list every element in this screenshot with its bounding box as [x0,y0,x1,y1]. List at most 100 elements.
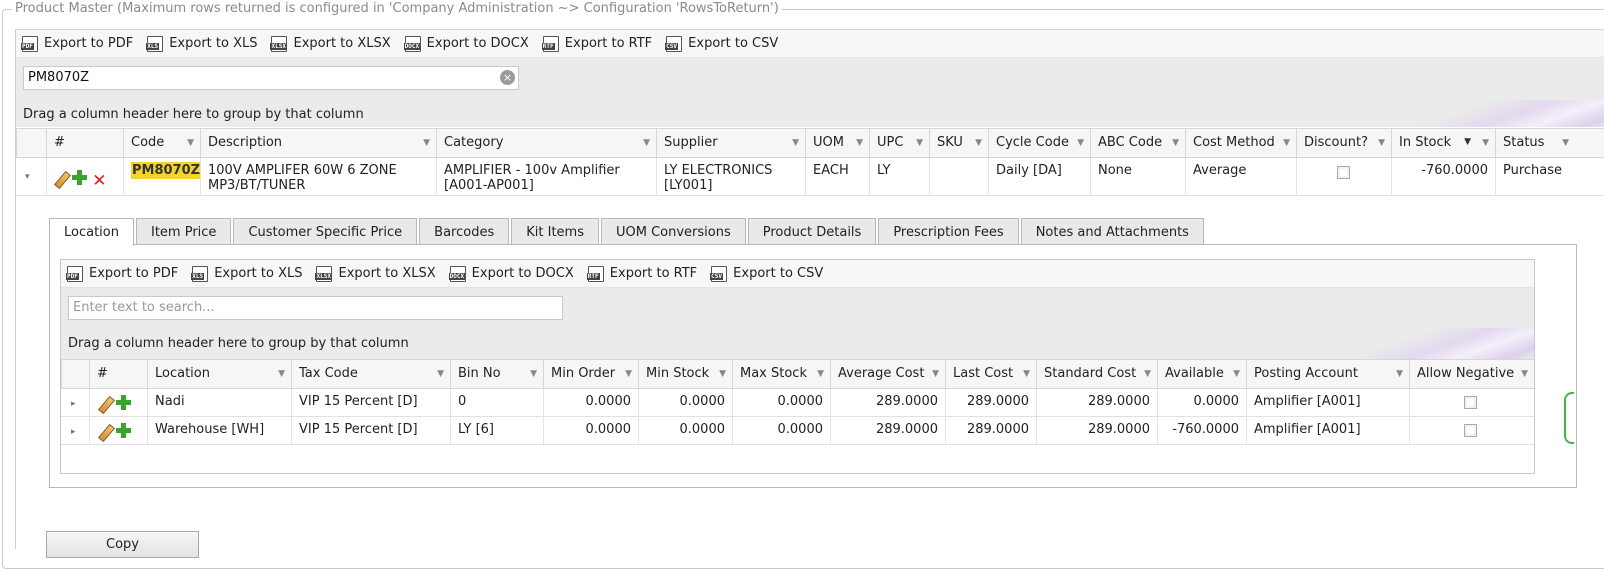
header-uom[interactable]: UOM ▼ [805,129,869,158]
header-allow-negative[interactable]: Allow Negative ▼ [1409,360,1534,389]
location-search-input[interactable]: Enter text to search... [68,296,563,320]
tab-prescription-fees[interactable]: Prescription Fees [878,218,1019,245]
export-xlsx-button[interactable]: XLSX Export to XLSX [270,35,391,52]
tab-customer-specific-price[interactable]: Customer Specific Price [233,218,418,245]
group-by-panel[interactable]: Drag a column header here to group by th… [16,100,1604,127]
expand-row-icon[interactable]: ▸ [71,397,76,412]
export-xls-button[interactable]: XLS Export to XLS [146,35,257,52]
filter-icon[interactable]: ▼ [1172,138,1179,148]
location-group-by-panel[interactable]: Drag a column header here to group by th… [61,328,1534,359]
header-min-stock[interactable]: Min Stock ▼ [638,360,732,389]
location-export-csv-button[interactable]: CSV Export to CSV [710,265,823,282]
expand-row-icon[interactable]: ▸ [71,425,76,440]
location-cell: Warehouse [WH] [147,417,291,445]
header-sku[interactable]: SKU ▼ [929,129,988,158]
header-max-stock[interactable]: Max Stock ▼ [732,360,830,389]
location-export-rtf-button[interactable]: RTF Export to RTF [586,265,697,282]
tab-notes-and-attachments[interactable]: Notes and Attachments [1020,218,1204,245]
header-posting-account[interactable]: Posting Account ▼ [1246,360,1409,389]
filter-icon[interactable]: ▼ [530,369,537,379]
location-row[interactable]: ▸ Nadi VIP 15 Percent [D] 0 0.0000 0.000… [61,389,1534,417]
filter-icon[interactable]: ▼ [1144,369,1151,379]
location-search-panel: Enter text to search... Drag a column he… [61,288,1534,359]
filter-icon[interactable]: ▼ [1378,138,1385,148]
filter-icon[interactable]: ▼ [423,138,430,148]
export-rtf-button[interactable]: RTF Export to RTF [541,35,652,52]
add-plus-icon[interactable] [115,394,132,411]
header-average-cost[interactable]: Average Cost ▼ [830,360,945,389]
edit-pencil-icon[interactable] [55,172,67,186]
filter-icon[interactable]: ▼ [1396,369,1403,379]
header-last-cost[interactable]: Last Cost ▼ [945,360,1036,389]
header-bin-no[interactable]: Bin No ▼ [450,360,543,389]
filter-icon[interactable]: ▼ [278,369,285,379]
header-description[interactable]: Description ▼ [200,129,436,158]
header-min-order[interactable]: Min Order ▼ [543,360,638,389]
delete-x-icon[interactable]: ✕ [92,173,106,190]
collapse-row-icon[interactable]: ▾ [25,170,30,185]
header-category[interactable]: Category ▼ [436,129,656,158]
filter-icon[interactable]: ▼ [437,369,444,379]
filter-icon[interactable]: ▼ [932,369,939,379]
export-docx-button[interactable]: DOCX Export to DOCX [403,35,529,52]
filter-icon[interactable]: ▼ [719,369,726,379]
filter-icon[interactable]: ▼ [1023,369,1030,379]
allow-negative-checkbox[interactable] [1464,424,1477,437]
header-abc-code[interactable]: ABC Code ▼ [1090,129,1185,158]
tab-barcodes[interactable]: Barcodes [419,218,510,245]
filter-icon[interactable]: ▼ [1521,369,1528,379]
filter-icon[interactable]: ▼ [792,138,799,148]
header-standard-cost[interactable]: Standard Cost ▼ [1036,360,1157,389]
tab-location[interactable]: Location [49,218,134,246]
filter-icon[interactable]: ▼ [625,369,632,379]
header-available[interactable]: Available ▼ [1157,360,1246,389]
filter-icon[interactable]: ▼ [643,138,650,148]
location-export-xls-button[interactable]: XLS Export to XLS [191,265,302,282]
export-csv-button[interactable]: CSV Export to CSV [665,35,778,52]
filter-icon[interactable]: ▼ [975,138,982,148]
tab-kit-items[interactable]: Kit Items [511,218,599,245]
product-row[interactable]: ▾ ✕ PM8070Z 100V AMPLIFER 60W 6 ZONE MP3… [16,158,1604,196]
filter-icon[interactable]: ▼ [1233,369,1240,379]
export-pdf-button[interactable]: PDF Export to PDF [21,35,133,52]
allow-negative-checkbox[interactable] [1464,396,1477,409]
tab-product-details[interactable]: Product Details [747,218,877,245]
filter-icon[interactable]: ▼ [1077,138,1084,148]
filter-icon[interactable]: ▼ [817,369,824,379]
filter-icon[interactable]: ▼ [1562,138,1569,148]
discount-checkbox[interactable] [1337,166,1350,179]
header-location[interactable]: Location ▼ [147,360,291,389]
copy-button[interactable]: Copy [46,531,199,558]
header-status[interactable]: Status ▼ [1495,129,1575,158]
header-discount[interactable]: Discount? ▼ [1296,129,1391,158]
tab-item-price[interactable]: Item Price [135,218,232,245]
edit-pencil-icon[interactable] [99,397,111,411]
clear-search-icon[interactable]: × [500,70,515,85]
search-input[interactable]: PM8070Z [23,66,519,90]
add-plus-icon[interactable] [71,169,88,186]
header-supplier[interactable]: Supplier ▼ [656,129,805,158]
header-cycle-code[interactable]: Cycle Code ▼ [988,129,1090,158]
filter-icon[interactable]: ▼ [1482,138,1489,148]
location-export-pdf-button[interactable]: PDF Export to PDF [66,265,178,282]
location-export-xlsx-button[interactable]: XLSX Export to XLSX [315,265,436,282]
filter-icon[interactable]: ▼ [187,138,194,148]
header-in-stock[interactable]: In Stock ▼ ▼ [1391,129,1495,158]
edit-pencil-icon[interactable] [99,425,111,439]
header-row-number[interactable]: # [46,129,123,158]
header-upc[interactable]: UPC ▼ [869,129,929,158]
tab-uom-conversions[interactable]: UOM Conversions [600,218,746,245]
location-export-docx-button[interactable]: DOCX Export to DOCX [448,265,574,282]
side-panel-tab[interactable] [1564,392,1574,444]
filter-icon[interactable]: ▼ [916,138,923,148]
location-row[interactable]: ▸ Warehouse [WH] VIP 15 Percent [D] LY [… [61,417,1534,445]
header-tax-code[interactable]: Tax Code ▼ [291,360,450,389]
header-code[interactable]: Code ▼ [123,129,200,158]
sort-descending-icon: ▼ [1464,137,1471,147]
filter-icon[interactable]: ▼ [1283,138,1290,148]
header-row-number[interactable]: # [89,360,147,389]
filter-icon[interactable]: ▼ [856,138,863,148]
add-plus-icon[interactable] [115,422,132,439]
header-cost-method[interactable]: Cost Method ▼ [1185,129,1296,158]
description-cell: 100V AMPLIFER 60W 6 ZONE MP3/BT/TUNER [200,158,436,196]
